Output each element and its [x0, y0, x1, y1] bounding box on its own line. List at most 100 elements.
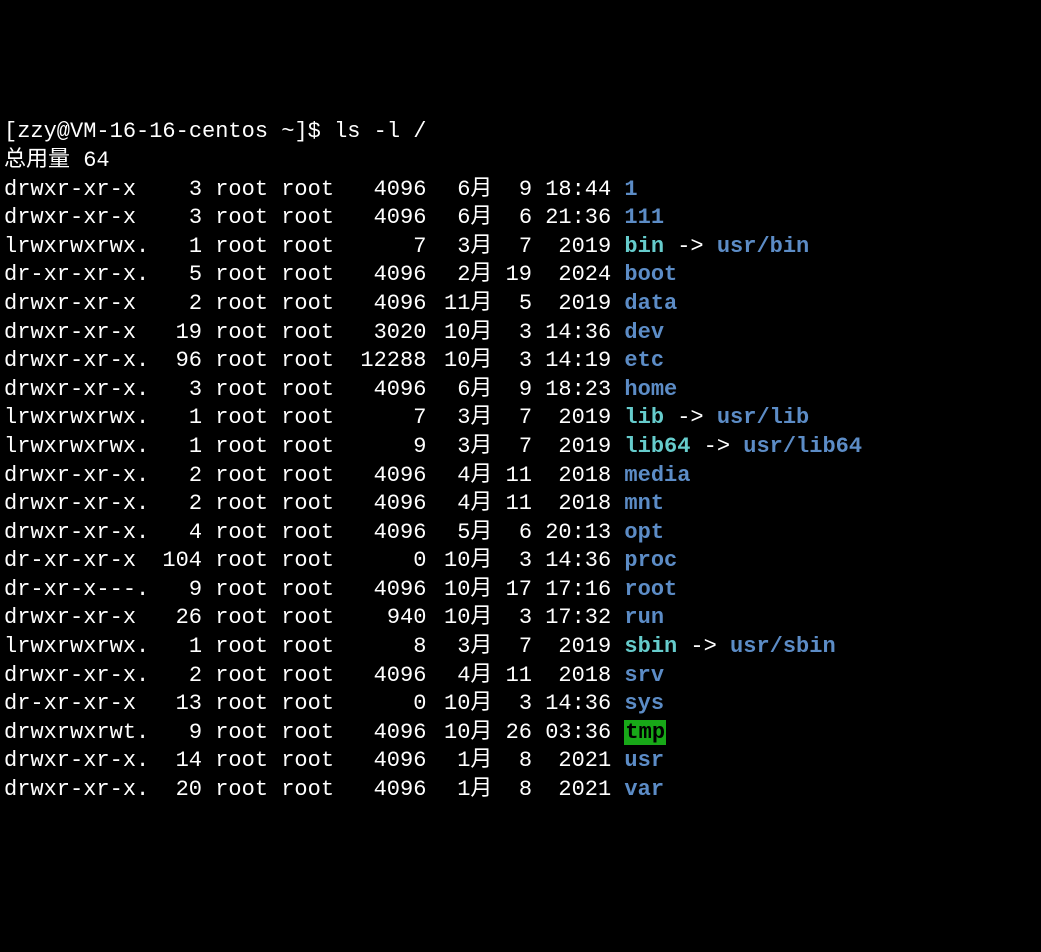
listing-row: dr-xr-xr-x 104 rootroot010月314:36 proc	[4, 547, 1037, 576]
listing-row: drwxr-xr-x.2 rootroot40964月112018 media	[4, 462, 1037, 491]
perms: drwxr-xr-x.	[4, 490, 149, 519]
day: 3	[492, 347, 532, 376]
listing-row: drwxr-xr-x.14 rootroot40961月82021 usr	[4, 747, 1037, 776]
group: root	[281, 490, 347, 519]
terminal[interactable]: [zzy@VM-16-16-centos ~]$ ls -l / 总用量 64 …	[4, 118, 1037, 804]
month: 6月	[426, 376, 492, 405]
size: 4096	[347, 662, 426, 691]
listing-row: lrwxrwxrwx.1 rootroot83月72019 sbin -> us…	[4, 633, 1037, 662]
size: 4096	[347, 576, 426, 605]
file-name: sbin	[624, 634, 677, 659]
group: root	[281, 719, 347, 748]
perms: drwxr-xr-x	[4, 290, 149, 319]
time: 2018	[532, 462, 611, 491]
symlink-arrow: ->	[664, 234, 717, 259]
owner: root	[215, 433, 281, 462]
time: 17:32	[532, 604, 611, 633]
time: 2019	[532, 404, 611, 433]
perms: dr-xr-x---.	[4, 576, 149, 605]
links: 2	[149, 490, 202, 519]
month: 10月	[426, 347, 492, 376]
perms: lrwxrwxrwx.	[4, 233, 149, 262]
file-name: mnt	[624, 491, 664, 516]
day: 7	[492, 233, 532, 262]
links: 9	[149, 719, 202, 748]
owner: root	[215, 662, 281, 691]
file-name: var	[624, 777, 664, 802]
listing-row: drwxr-xr-x.2 rootroot40964月112018 srv	[4, 662, 1037, 691]
file-name: dev	[624, 320, 664, 345]
group: root	[281, 261, 347, 290]
listing: drwxr-xr-x 3 rootroot40966月918:44 1drwxr…	[4, 176, 1037, 805]
time: 2019	[532, 290, 611, 319]
time: 2021	[532, 776, 611, 805]
day: 8	[492, 747, 532, 776]
perms: drwxr-xr-x	[4, 204, 149, 233]
size: 940	[347, 604, 426, 633]
group: root	[281, 690, 347, 719]
size: 4096	[347, 376, 426, 405]
group: root	[281, 376, 347, 405]
links: 26	[149, 604, 202, 633]
size: 7	[347, 233, 426, 262]
time: 2021	[532, 747, 611, 776]
file-name: media	[624, 463, 690, 488]
owner: root	[215, 776, 281, 805]
links: 96	[149, 347, 202, 376]
file-name: tmp	[624, 720, 666, 745]
day: 5	[492, 290, 532, 319]
day: 9	[492, 376, 532, 405]
perms: dr-xr-xr-x	[4, 547, 149, 576]
size: 4096	[347, 719, 426, 748]
command-text: ls -l /	[334, 119, 426, 144]
day: 11	[492, 462, 532, 491]
links: 2	[149, 462, 202, 491]
file-name: data	[624, 291, 677, 316]
day: 6	[492, 519, 532, 548]
perms: drwxr-xr-x.	[4, 776, 149, 805]
links: 1	[149, 404, 202, 433]
time: 2018	[532, 662, 611, 691]
owner: root	[215, 490, 281, 519]
listing-row: drwxr-xr-x 3 rootroot40966月621:36 111	[4, 204, 1037, 233]
links: 1	[149, 433, 202, 462]
links: 19	[149, 319, 202, 348]
owner: root	[215, 576, 281, 605]
perms: dr-xr-xr-x	[4, 690, 149, 719]
group: root	[281, 519, 347, 548]
month: 6月	[426, 176, 492, 205]
time: 2018	[532, 490, 611, 519]
group: root	[281, 633, 347, 662]
file-name: lib	[624, 405, 664, 430]
group: root	[281, 347, 347, 376]
file-name: bin	[624, 234, 664, 259]
time: 2024	[532, 261, 611, 290]
time: 2019	[532, 633, 611, 662]
links: 2	[149, 290, 202, 319]
time: 18:44	[532, 176, 611, 205]
links: 1	[149, 633, 202, 662]
group: root	[281, 547, 347, 576]
size: 4096	[347, 776, 426, 805]
listing-row: lrwxrwxrwx.1 rootroot73月72019 lib -> usr…	[4, 404, 1037, 433]
day: 3	[492, 690, 532, 719]
links: 1	[149, 233, 202, 262]
file-name: root	[624, 577, 677, 602]
links: 9	[149, 576, 202, 605]
owner: root	[215, 519, 281, 548]
group: root	[281, 662, 347, 691]
time: 14:36	[532, 319, 611, 348]
owner: root	[215, 690, 281, 719]
month: 1月	[426, 747, 492, 776]
size: 12288	[347, 347, 426, 376]
day: 3	[492, 319, 532, 348]
month: 6月	[426, 204, 492, 233]
owner: root	[215, 176, 281, 205]
group: root	[281, 433, 347, 462]
day: 9	[492, 176, 532, 205]
perms: drwxr-xr-x	[4, 604, 149, 633]
perms: drwxr-xr-x	[4, 319, 149, 348]
month: 3月	[426, 404, 492, 433]
time: 14:36	[532, 547, 611, 576]
listing-row: drwxr-xr-x.2 rootroot40964月112018 mnt	[4, 490, 1037, 519]
